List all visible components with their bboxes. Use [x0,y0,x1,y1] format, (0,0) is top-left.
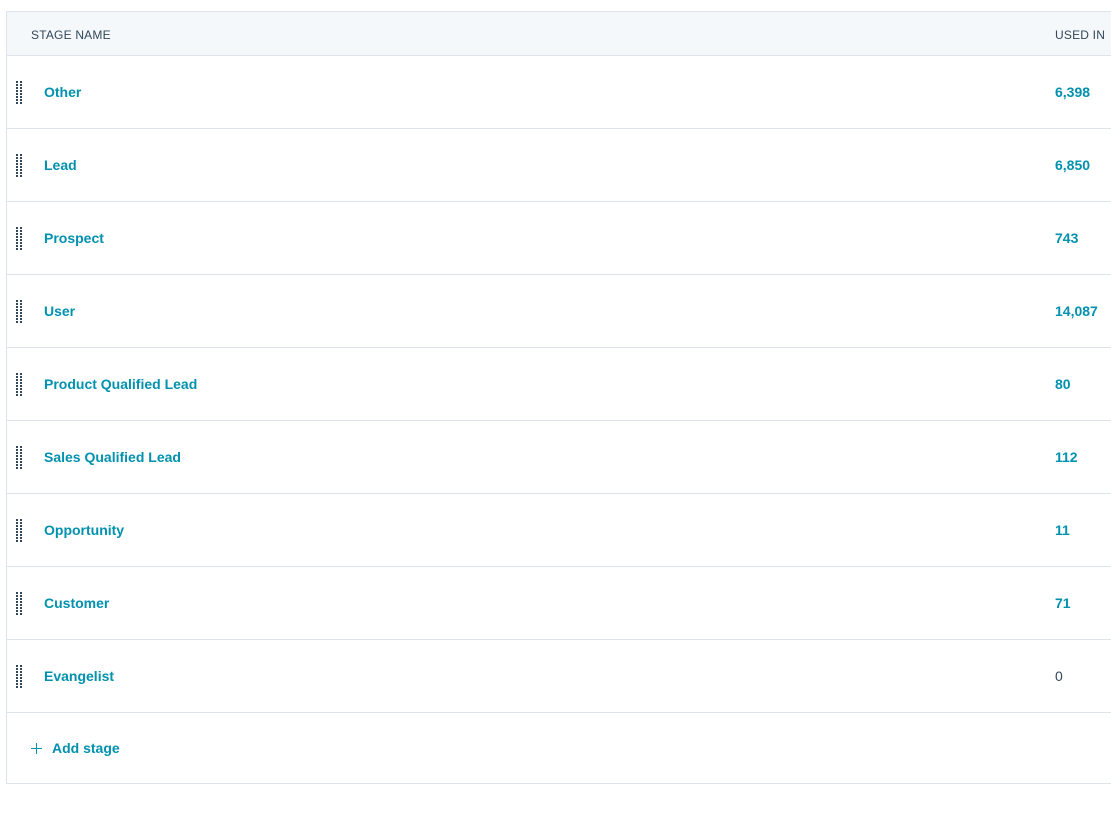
drag-handle-icon[interactable] [16,519,22,542]
table-row: Other 6,398 [7,56,1111,129]
stage-name-link[interactable]: Sales Qualified Lead [44,449,181,465]
drag-handle-icon[interactable] [16,81,22,104]
stage-name-link[interactable]: Lead [44,157,77,173]
table-row: Product Qualified Lead 80 [7,348,1111,421]
used-in-count: 0 [1055,668,1063,684]
stage-name-link[interactable]: Product Qualified Lead [44,376,197,392]
add-stage-button[interactable]: Add stage [31,740,120,756]
stage-name-link[interactable]: Opportunity [44,522,124,538]
table-row: User 14,087 [7,275,1111,348]
drag-handle-icon[interactable] [16,592,22,615]
stage-name-link[interactable]: Customer [44,595,109,611]
stage-name-link[interactable]: Prospect [44,230,104,246]
used-in-count[interactable]: 71 [1055,595,1071,611]
stage-name-link[interactable]: User [44,303,75,319]
used-in-count[interactable]: 6,398 [1055,84,1090,100]
used-in-count[interactable]: 743 [1055,230,1078,246]
used-in-count[interactable]: 14,087 [1055,303,1098,319]
used-in-count[interactable]: 80 [1055,376,1071,392]
plus-icon [31,742,42,754]
table-row: Lead 6,850 [7,129,1111,202]
table-row: Sales Qualified Lead 112 [7,421,1111,494]
lifecycle-stages-table: STAGE NAME USED IN Other 6,398 Lead 6,85… [6,11,1111,784]
table-row: Prospect 743 [7,202,1111,275]
add-stage-label: Add stage [52,740,120,756]
stage-name-link[interactable]: Other [44,84,81,100]
used-in-count[interactable]: 6,850 [1055,157,1090,173]
drag-handle-icon[interactable] [16,665,22,688]
column-header-used-in[interactable]: USED IN [1055,28,1105,42]
drag-handle-icon[interactable] [16,227,22,250]
add-stage-row: Add stage [7,713,1111,784]
column-header-stage-name[interactable]: STAGE NAME [31,28,111,42]
table-row: Customer 71 [7,567,1111,640]
drag-handle-icon[interactable] [16,373,22,396]
used-in-count[interactable]: 112 [1055,449,1078,465]
drag-handle-icon[interactable] [16,154,22,177]
used-in-count[interactable]: 11 [1055,522,1070,538]
drag-handle-icon[interactable] [16,300,22,323]
stage-name-link[interactable]: Evangelist [44,668,114,684]
table-header: STAGE NAME USED IN [7,12,1111,56]
table-row: Evangelist 0 [7,640,1111,713]
table-row: Opportunity 11 [7,494,1111,567]
drag-handle-icon[interactable] [16,446,22,469]
